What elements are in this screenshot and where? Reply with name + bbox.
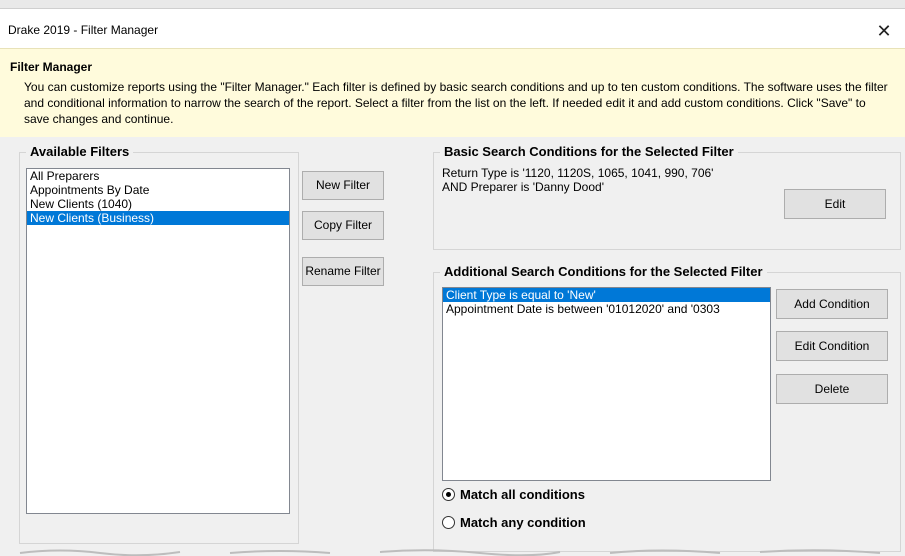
basic-conditions-group: Basic Search Conditions for the Selected… [433, 144, 901, 250]
copy-filter-button[interactable]: Copy Filter [302, 211, 384, 240]
cropped-background-edge [19, 549, 881, 556]
filter-list-item[interactable]: All Preparers [27, 169, 289, 183]
edit-basic-button[interactable]: Edit [784, 189, 886, 219]
match-any-radio[interactable] [442, 516, 455, 529]
basic-conditions-heading: Basic Search Conditions for the Selected… [440, 144, 738, 159]
close-icon[interactable]: ✕ [873, 20, 895, 42]
additional-conditions-list[interactable]: Client Type is equal to 'New' Appointment… [442, 287, 771, 481]
basic-condition-line-2: AND Preparer is 'Danny Dood' [442, 180, 604, 194]
dialog-body: Available Filters All Preparers Appointme… [0, 137, 905, 556]
add-condition-button[interactable]: Add Condition [776, 289, 888, 319]
rename-filter-button[interactable]: Rename Filter [302, 257, 384, 286]
info-text: You can customize reports using the "Fil… [24, 80, 888, 126]
available-filters-list[interactable]: All Preparers Appointments By Date New Cli… [26, 168, 290, 514]
info-panel: Filter Manager You can customize reports… [0, 48, 905, 137]
window-title: Drake 2019 - Filter Manager [8, 23, 159, 37]
filter-list-item[interactable]: Appointments By Date [27, 183, 289, 197]
condition-list-item[interactable]: Client Type is equal to 'New' [443, 288, 770, 302]
additional-conditions-group: Additional Search Conditions for the Sel… [433, 264, 901, 552]
match-all-radio[interactable] [442, 488, 455, 501]
background-strip [0, 0, 905, 9]
additional-conditions-heading: Additional Search Conditions for the Sel… [440, 264, 767, 279]
match-all-option[interactable]: Match all conditions [442, 487, 585, 502]
edit-condition-button[interactable]: Edit Condition [776, 331, 888, 361]
basic-condition-line-1: Return Type is '1120, 1120S, 1065, 1041,… [442, 166, 714, 180]
match-all-label: Match all conditions [460, 487, 585, 502]
title-bar: Drake 2019 - Filter Manager ✕ [0, 14, 905, 48]
info-heading: Filter Manager [10, 60, 93, 74]
match-any-option[interactable]: Match any condition [442, 515, 586, 530]
available-filters-heading: Available Filters [26, 144, 134, 159]
delete-condition-button[interactable]: Delete [776, 374, 888, 404]
filter-list-item[interactable]: New Clients (Business) [27, 211, 289, 225]
available-filters-group: Available Filters All Preparers Appointme… [19, 144, 299, 544]
filter-list-item[interactable]: New Clients (1040) [27, 197, 289, 211]
match-any-label: Match any condition [460, 515, 586, 530]
condition-list-item[interactable]: Appointment Date is between '01012020' a… [443, 302, 770, 316]
new-filter-button[interactable]: New Filter [302, 171, 384, 200]
